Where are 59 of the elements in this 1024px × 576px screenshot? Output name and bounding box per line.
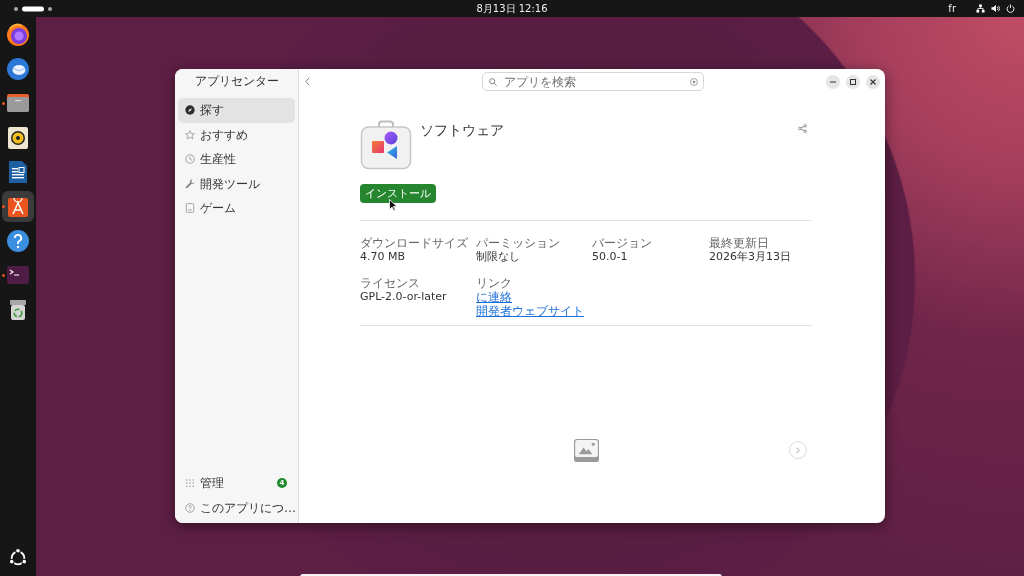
minimize-button[interactable]: [826, 74, 840, 89]
clear-icon[interactable]: [689, 77, 698, 86]
card-icon: [185, 203, 195, 214]
detail-label: 最終更新日: [709, 236, 769, 250]
mail-icon: [6, 56, 30, 81]
maximize-button[interactable]: [846, 74, 860, 89]
share-button[interactable]: [798, 124, 807, 133]
browser-icon: [6, 22, 30, 47]
install-button[interactable]: インストール: [360, 184, 436, 203]
detail-label: バージョン: [592, 236, 652, 250]
sidebar-item[interactable]: おすすめ: [178, 122, 295, 147]
detail-value: 4.70 MB: [360, 250, 406, 264]
workspace-indicator-icon[interactable]: [13, 5, 53, 12]
maximize-icon: [850, 78, 856, 85]
minimize-icon: [830, 80, 836, 83]
power-icon[interactable]: [1006, 4, 1015, 13]
grid-icon: [185, 478, 195, 489]
detail-value: 2026年3月13日: [709, 250, 791, 264]
chevron-left-icon: [305, 77, 310, 86]
network-icon[interactable]: [976, 4, 985, 13]
close-button[interactable]: [866, 74, 880, 89]
chevron-right-icon: [796, 446, 800, 454]
volume-icon[interactable]: [991, 4, 1000, 13]
star-icon: [185, 129, 195, 140]
close-icon: [870, 78, 876, 85]
share-icon: [798, 124, 807, 133]
sidebar-item[interactable]: ゲーム: [178, 196, 295, 221]
mouse-pointer-icon: [389, 199, 397, 211]
detail-label: ダウンロードサイズ: [360, 236, 468, 250]
detail-value: 50.0-1: [592, 250, 628, 264]
detail-link[interactable]: 開発者ウェブサイト: [476, 304, 584, 318]
sidebar-item[interactable]: 開発ツール: [178, 171, 295, 196]
detail-value: GPL-2.0-or-later: [360, 290, 447, 304]
image-icon: [572, 437, 600, 463]
search-icon: [488, 77, 497, 86]
detail-label: ライセンス: [360, 276, 420, 290]
sidebar-item[interactable]: 探す: [178, 98, 295, 123]
detail-label: パーミッション: [476, 236, 560, 250]
sidebar-item[interactable]: このアプリにつ…: [178, 495, 295, 520]
dock-app-button[interactable]: [2, 190, 34, 222]
window-title: アプリセンター: [194, 73, 279, 90]
clock-icon: [185, 154, 195, 165]
compass-icon: [185, 105, 195, 116]
app-title: ソフトウェア: [420, 121, 504, 139]
keyboard-layout[interactable]: fr: [948, 2, 956, 15]
search-field[interactable]: アプリを検索: [481, 72, 704, 91]
speaker-icon: [6, 125, 30, 150]
detail-link[interactable]: に連絡: [476, 290, 512, 304]
sidebar-item[interactable]: 生産性: [178, 147, 295, 172]
document-icon: [6, 160, 30, 185]
help-icon: [185, 502, 195, 513]
detail-value: 制限なし: [476, 250, 520, 264]
detail-label: リンク: [476, 276, 512, 290]
shopping-bag-icon: [360, 120, 412, 170]
ring-logo-icon: [8, 548, 28, 568]
date-time[interactable]: 8月13日 12:16: [476, 2, 548, 15]
wrench-icon: [185, 178, 195, 189]
help-icon: [6, 228, 30, 253]
back-button[interactable]: [305, 77, 310, 86]
